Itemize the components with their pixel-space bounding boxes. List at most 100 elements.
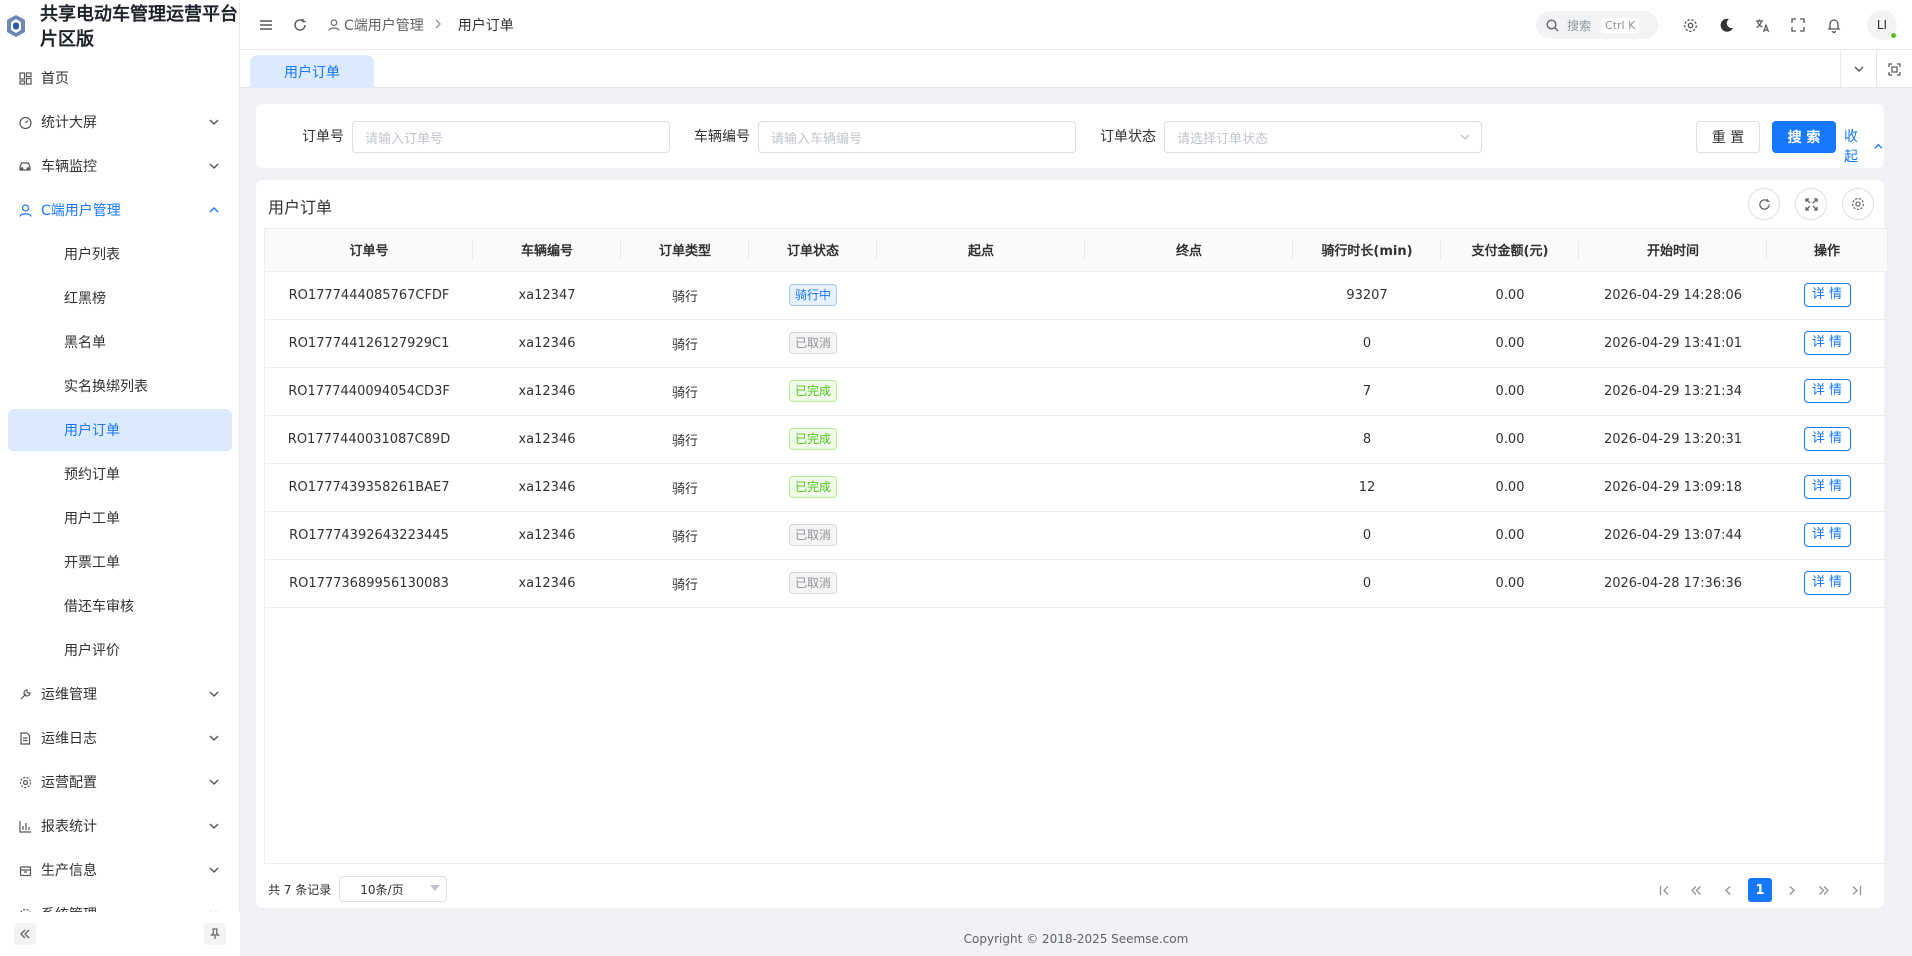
refresh-icon[interactable]: [290, 15, 310, 35]
search-button[interactable]: 搜 索: [1772, 121, 1836, 153]
sidebar-subitem-realname-rebind[interactable]: 实名换绑列表: [0, 364, 240, 408]
bell-icon[interactable]: [1824, 15, 1844, 35]
sidebar-item-system-management[interactable]: 系统管理: [0, 892, 240, 912]
cell-text: 0: [1362, 575, 1372, 591]
chevron-down-icon: [209, 779, 219, 785]
search-icon: [1546, 18, 1559, 31]
last-page-button[interactable]: [1844, 878, 1868, 902]
sidebar-item-ops-management[interactable]: 运维管理: [0, 672, 240, 716]
global-search[interactable]: 搜索 Ctrl K: [1536, 11, 1658, 39]
sidebar-subitem-red-black-list[interactable]: 红黑榜: [0, 276, 240, 320]
double-chevron-right-icon: [1819, 885, 1829, 895]
table-refresh-button[interactable]: [1748, 188, 1780, 220]
vehicle-no-input[interactable]: 请输入车辆编号: [758, 121, 1076, 153]
prev-page-button[interactable]: [1716, 878, 1740, 902]
fullscreen-icon[interactable]: [1788, 15, 1808, 35]
chevron-down-icon: [209, 119, 219, 125]
prev-5-pages-button[interactable]: [1684, 878, 1708, 902]
sidebar-item-vehicle-monitor[interactable]: 车辆监控: [0, 144, 240, 188]
detail-button[interactable]: 详 情: [1803, 571, 1851, 595]
detail-button[interactable]: 详 情: [1803, 331, 1851, 355]
detail-button[interactable]: 详 情: [1803, 427, 1851, 451]
last-page-icon: [1852, 885, 1861, 895]
order-status-select[interactable]: 请选择订单状态: [1164, 121, 1482, 153]
table-row: RO17773689956130083 xa12346 骑行 已取消 0 0.00 2026…: [265, 559, 1887, 608]
sidebar-item-label: 报表统计: [41, 819, 97, 835]
page-size-select[interactable]: 10条/页: [339, 876, 448, 902]
gear-icon: [1851, 197, 1865, 211]
detail-button[interactable]: 详 情: [1803, 475, 1851, 499]
order-status-label: 订单状态: [1100, 129, 1156, 145]
collapse-filter-button[interactable]: 收起: [1844, 126, 1884, 166]
gear-icon: [18, 775, 32, 789]
sidebar-item-reports[interactable]: 报表统计: [0, 804, 240, 848]
first-page-button[interactable]: [1652, 878, 1676, 902]
cell-start-time: 2026-04-29 13:21:34: [1579, 367, 1767, 416]
tab-user-orders[interactable]: 用户订单: [250, 55, 374, 88]
tab-dropdown-button[interactable]: [1840, 50, 1876, 88]
search-placeholder: 搜索: [1567, 18, 1592, 33]
detail-button[interactable]: 详 情: [1803, 379, 1851, 403]
breadcrumb-item[interactable]: C端用户管理: [344, 15, 424, 35]
cell-text: 2026-04-29 13:20:31: [1603, 431, 1743, 447]
sidebar-item-production-info[interactable]: 生产信息: [0, 848, 240, 892]
table-row: RO177744126127929C1 xa12346 骑行 已取消 0 0.00 2026…: [265, 319, 1887, 368]
sidebar-subitem-user-tickets[interactable]: 用户工单: [0, 496, 240, 540]
column-header: 起点: [877, 229, 1085, 272]
table-fullscreen-button[interactable]: [1795, 188, 1827, 220]
translate-icon[interactable]: [1752, 15, 1772, 35]
detail-button[interactable]: 详 情: [1803, 283, 1851, 307]
cell-action: 详 情: [1767, 415, 1887, 464]
cell-text: 骑行: [671, 481, 698, 497]
cell-duration: 0: [1293, 511, 1441, 560]
cell-vehicle: xa12347: [473, 271, 621, 320]
sidebar-item-home[interactable]: 首页: [0, 56, 240, 100]
sidebar-subitem-invoice-tickets[interactable]: 开票工单: [0, 540, 240, 584]
cell-text: 8: [1362, 431, 1372, 447]
page-number-button[interactable]: 1: [1748, 878, 1772, 902]
menu-icon[interactable]: [256, 15, 276, 35]
gear-icon[interactable]: [1680, 15, 1700, 35]
sidebar-subitem-user-orders[interactable]: 用户订单: [8, 409, 232, 451]
sidebar-subitem-borrow-return-review[interactable]: 借还车审核: [0, 584, 240, 628]
next-5-pages-button[interactable]: [1812, 878, 1836, 902]
cell-type: 骑行: [621, 511, 749, 560]
cell-text: xa12346: [518, 479, 576, 495]
sidebar-item-stats-screen[interactable]: 统计大屏: [0, 100, 240, 144]
cell-action: 详 情: [1767, 367, 1887, 416]
collapse-sidebar-button[interactable]: [14, 923, 36, 945]
detail-button[interactable]: 详 情: [1803, 523, 1851, 547]
chevron-right-icon: [434, 17, 442, 33]
sidebar-subitem-user-list[interactable]: 用户列表: [0, 232, 240, 276]
next-page-button[interactable]: [1780, 878, 1804, 902]
sidebar-item-c-user-management[interactable]: C端用户管理: [0, 188, 240, 232]
cell-amount: 0.00: [1441, 559, 1579, 608]
cell-order-no: RO1777444085767CFDF: [265, 271, 473, 320]
sidebar-item-label: C端用户管理: [41, 203, 121, 219]
order-no-label: 订单号: [302, 129, 344, 145]
cell-end: [1085, 511, 1293, 560]
table-tools: [1733, 188, 1874, 220]
cell-status: 已完成: [749, 463, 877, 512]
sidebar-subitem-user-reviews[interactable]: 用户评价: [0, 628, 240, 672]
status-badge: 已完成: [788, 380, 837, 402]
sidebar-item-ops-config[interactable]: 运营配置: [0, 760, 240, 804]
sidebar-subitem-reservations[interactable]: 预约订单: [0, 452, 240, 496]
cell-start: [877, 559, 1085, 608]
chevron-down-icon: [1854, 66, 1863, 72]
pin-sidebar-button[interactable]: [204, 923, 226, 945]
sidebar-item-ops-log[interactable]: 运维日志: [0, 716, 240, 760]
order-no-input[interactable]: 请输入订单号: [352, 121, 670, 153]
sidebar-subitem-blacklist[interactable]: 黑名单: [0, 320, 240, 364]
reset-button[interactable]: 重 置: [1696, 121, 1760, 153]
tab-maximize-button[interactable]: [1876, 50, 1912, 88]
sidebar: 共享电动车管理运营平台 片区版 首页 统计大屏 车辆监控 C端用户管理 用户列表…: [0, 0, 240, 956]
online-status-dot: [1890, 32, 1897, 39]
brand: 共享电动车管理运营平台 片区版: [0, 0, 239, 54]
wrench-icon: [18, 687, 32, 701]
table-settings-button[interactable]: [1842, 188, 1874, 220]
cell-amount: 0.00: [1441, 367, 1579, 416]
dark-mode-icon[interactable]: [1716, 15, 1736, 35]
gauge-icon: [18, 115, 32, 129]
avatar[interactable]: LI: [1867, 10, 1897, 40]
